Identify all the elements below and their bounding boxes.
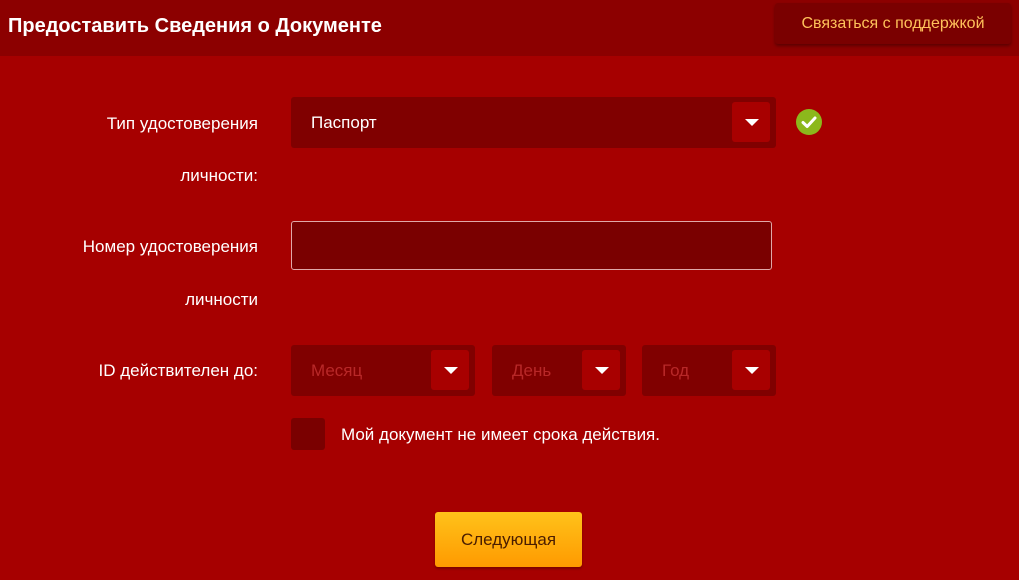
chevron-down-icon — [745, 367, 759, 374]
expiry-day-select[interactable]: День — [492, 345, 626, 396]
chevron-down-icon — [595, 367, 609, 374]
expiry-label: ID действителен до: — [98, 361, 258, 380]
year-dropdown-button[interactable] — [732, 350, 770, 390]
id-type-dropdown-button[interactable] — [732, 102, 770, 142]
contact-support-button[interactable]: Связаться с поддержкой — [775, 3, 1011, 44]
chevron-down-icon — [745, 119, 759, 126]
id-type-selected-value: Паспорт — [311, 112, 377, 132]
id-number-label-line1: Номер удостоверения — [82, 237, 258, 256]
id-number-label-line2: личности — [185, 290, 258, 309]
expiry-month-select[interactable]: Месяц — [291, 345, 475, 396]
id-type-label-line2: личности: — [180, 166, 258, 185]
expiry-year-select[interactable]: Год — [642, 345, 776, 396]
page-header: Предоставить Сведения о Документе Связат… — [0, 0, 1019, 56]
no-expiry-checkbox-label[interactable]: Мой документ не имеет срока действия. — [341, 425, 660, 445]
day-dropdown-button[interactable] — [582, 350, 620, 390]
page-title: Предоставить Сведения о Документе — [8, 15, 382, 37]
chevron-down-icon — [444, 367, 458, 374]
next-button[interactable]: Следующая — [435, 512, 582, 567]
month-placeholder: Месяц — [311, 360, 363, 380]
id-type-label-line1: Тип удостоверения — [106, 114, 258, 133]
no-expiry-checkbox[interactable] — [291, 418, 325, 450]
year-placeholder: Год — [662, 360, 690, 380]
id-number-input[interactable] — [291, 221, 772, 270]
month-dropdown-button[interactable] — [431, 350, 469, 390]
day-placeholder: День — [512, 360, 552, 380]
check-circle-icon — [796, 109, 822, 135]
id-type-select[interactable]: Паспорт — [291, 97, 776, 148]
